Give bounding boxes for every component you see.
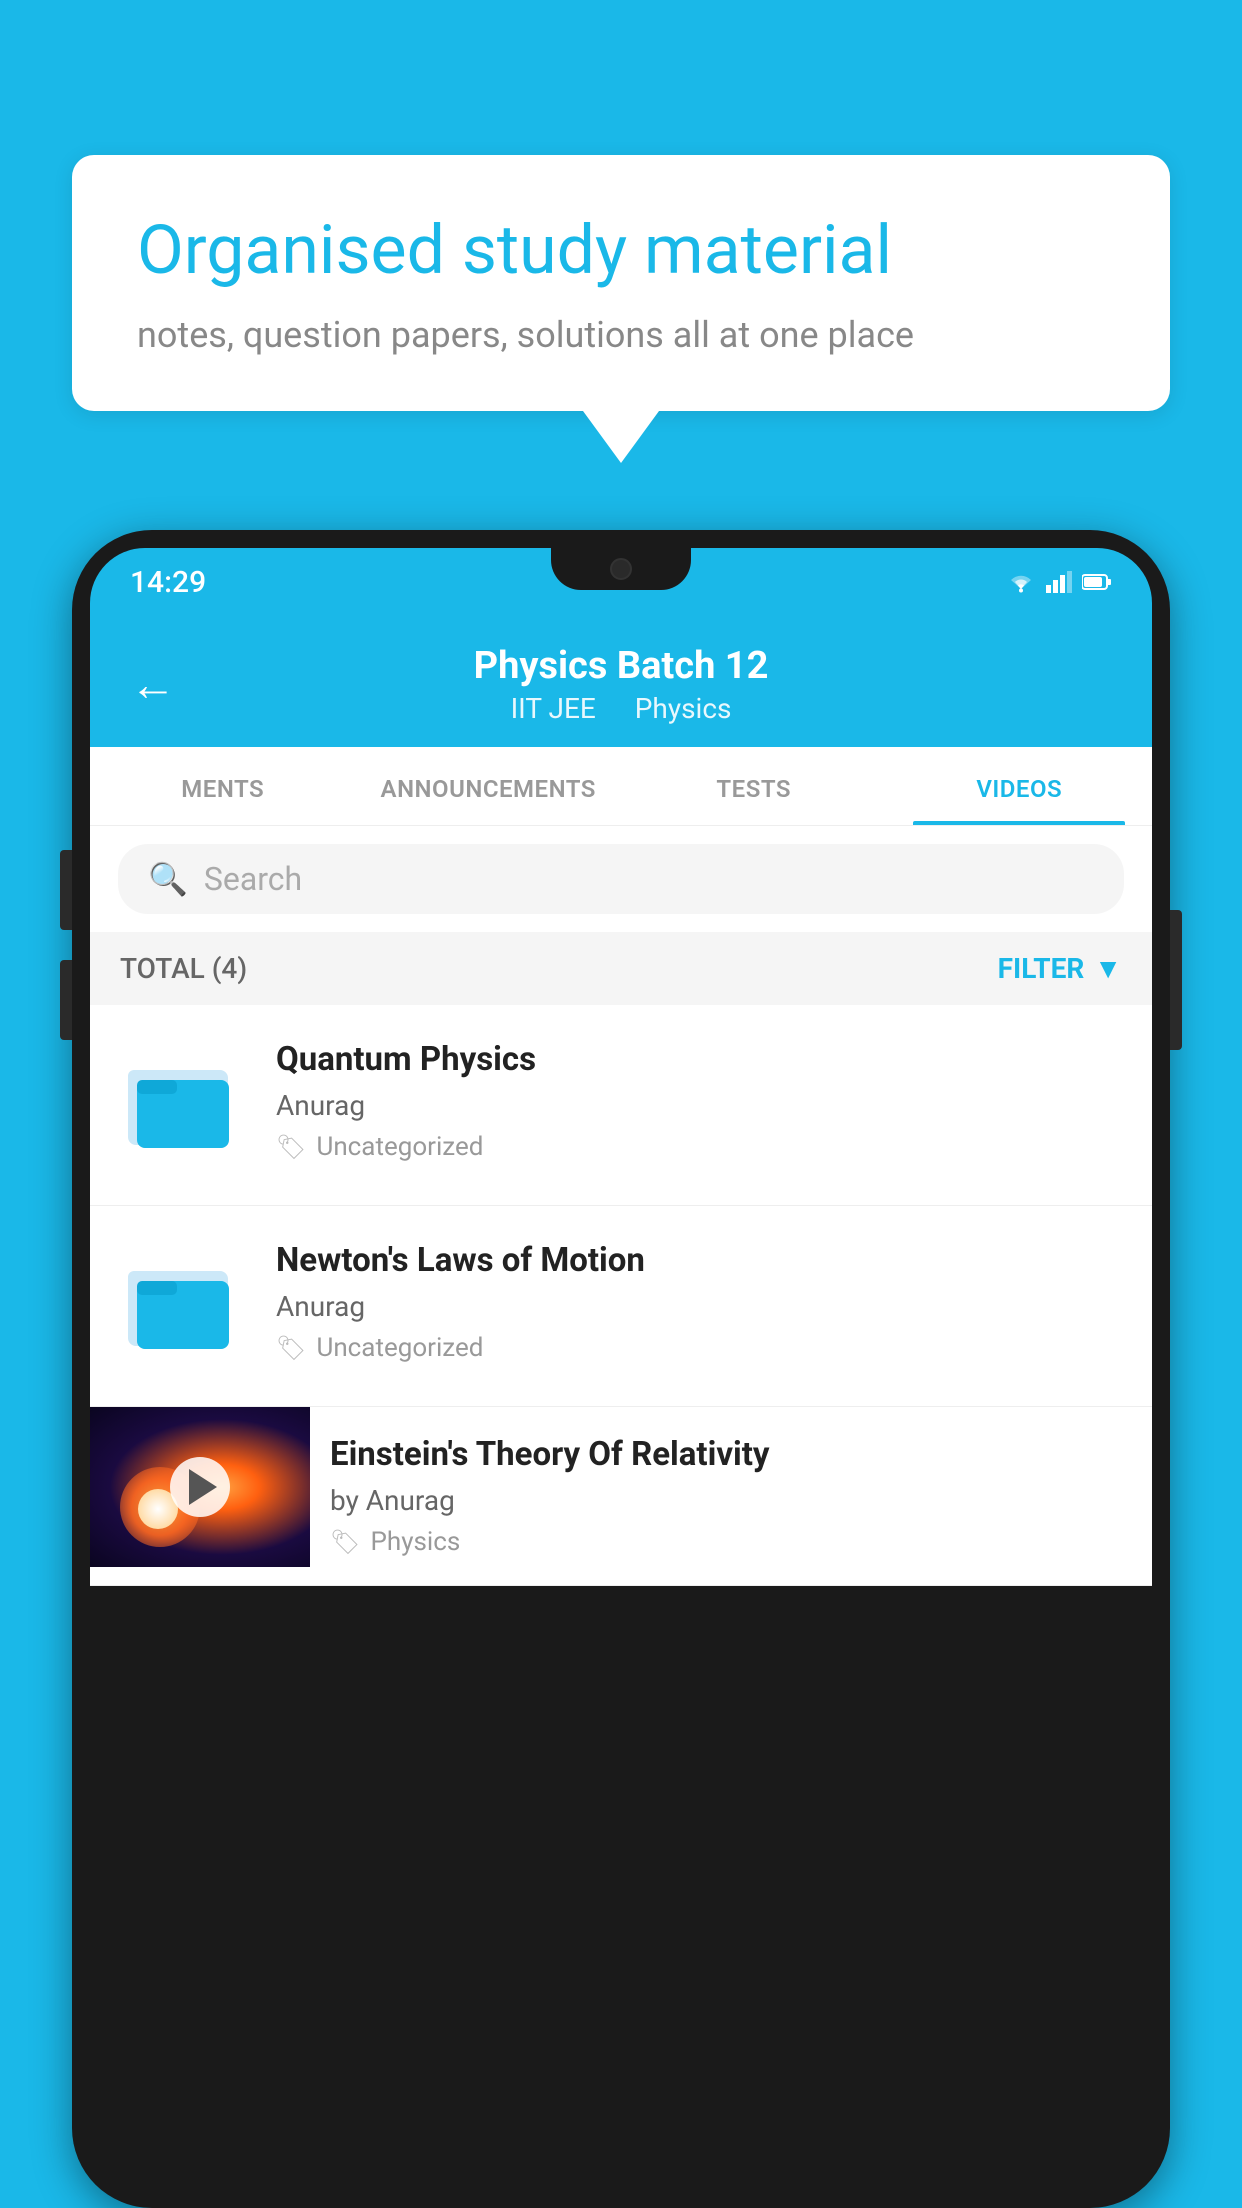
tabs-bar: MENTS ANNOUNCEMENTS TESTS VIDEOS [90, 747, 1152, 826]
tag-icon-2: 🏷 [276, 1334, 306, 1362]
filter-bar: TOTAL (4) FILTER ▼ [90, 932, 1152, 1005]
total-count: TOTAL (4) [120, 952, 247, 985]
side-button-vol-down [60, 960, 72, 1040]
filter-label: FILTER [998, 952, 1085, 985]
search-placeholder: Search [204, 860, 302, 898]
side-button-vol-up [60, 850, 72, 930]
side-button-power [1170, 910, 1182, 1050]
folder-svg-2 [123, 1251, 243, 1361]
back-button[interactable]: ← [130, 657, 176, 712]
tab-videos[interactable]: VIDEOS [887, 747, 1153, 825]
video-author-3: by Anurag [330, 1484, 1132, 1517]
folder-svg-1 [123, 1050, 243, 1160]
header-subtitle: IIT JEE Physics [206, 692, 1036, 725]
tag-text-3: Physics [370, 1527, 460, 1557]
list-item[interactable]: Newton's Laws of Motion Anurag 🏷 Uncateg… [90, 1206, 1152, 1407]
video-tag-3: 🏷 Physics [330, 1527, 1132, 1557]
header-subtitle-part2: Physics [635, 692, 732, 725]
video-folder-icon [118, 1040, 248, 1170]
tag-icon-3: 🏷 [330, 1528, 360, 1556]
video-tag-2: 🏷 Uncategorized [276, 1333, 1124, 1363]
bubble-subtitle: notes, question papers, solutions all at… [137, 314, 1105, 356]
video-info-3: Einstein's Theory Of Relativity by Anura… [310, 1407, 1152, 1585]
signal-icon [1046, 571, 1072, 593]
tab-ments[interactable]: MENTS [90, 747, 356, 825]
phone-notch [551, 548, 691, 590]
video-info-2: Newton's Laws of Motion Anurag 🏷 Uncateg… [276, 1241, 1124, 1363]
filter-button[interactable]: FILTER ▼ [998, 952, 1122, 985]
filter-icon: ▼ [1094, 952, 1122, 985]
speech-bubble-card: Organised study material notes, question… [72, 155, 1170, 411]
tag-text-1: Uncategorized [316, 1132, 483, 1162]
tab-tests[interactable]: TESTS [621, 747, 887, 825]
list-item[interactable]: Einstein's Theory Of Relativity by Anura… [90, 1407, 1152, 1586]
video-title-1: Quantum Physics [276, 1040, 1124, 1079]
play-triangle [189, 1469, 217, 1505]
search-icon: 🔍 [148, 860, 188, 898]
video-info-1: Quantum Physics Anurag 🏷 Uncategorized [276, 1040, 1124, 1162]
status-bar: 14:29 [90, 548, 1152, 616]
speech-bubble-section: Organised study material notes, question… [72, 155, 1170, 463]
bubble-arrow [583, 411, 659, 463]
app-header: ← Physics Batch 12 IIT JEE Physics [90, 616, 1152, 747]
search-container: 🔍 Search [90, 826, 1152, 932]
video-tag-1: 🏷 Uncategorized [276, 1132, 1124, 1162]
phone-wrapper: 14:29 [72, 530, 1170, 2208]
play-button[interactable] [170, 1457, 230, 1517]
video-title-2: Newton's Laws of Motion [276, 1241, 1124, 1280]
search-bar[interactable]: 🔍 Search [118, 844, 1124, 914]
status-time: 14:29 [130, 565, 206, 600]
list-item[interactable]: Quantum Physics Anurag 🏷 Uncategorized [90, 1005, 1152, 1206]
video-thumbnail-3 [90, 1407, 310, 1567]
phone-outer: 14:29 [72, 530, 1170, 2208]
header-main-title: Physics Batch 12 [206, 644, 1036, 688]
video-author-2: Anurag [276, 1290, 1124, 1323]
header-subtitle-part1: IIT JEE [511, 692, 596, 725]
tag-icon-1: 🏷 [276, 1133, 306, 1161]
video-author-1: Anurag [276, 1089, 1124, 1122]
video-folder-icon-2 [118, 1241, 248, 1371]
header-title-area: Physics Batch 12 IIT JEE Physics [206, 644, 1036, 725]
battery-icon [1082, 573, 1112, 591]
content-area: Quantum Physics Anurag 🏷 Uncategorized [90, 1005, 1152, 1586]
camera-notch [610, 558, 632, 580]
bubble-title: Organised study material [137, 210, 1105, 292]
status-icons [1006, 571, 1112, 593]
tab-announcements[interactable]: ANNOUNCEMENTS [356, 747, 622, 825]
wifi-icon [1006, 571, 1036, 593]
video-title-3: Einstein's Theory Of Relativity [330, 1435, 1132, 1474]
tag-text-2: Uncategorized [316, 1333, 483, 1363]
